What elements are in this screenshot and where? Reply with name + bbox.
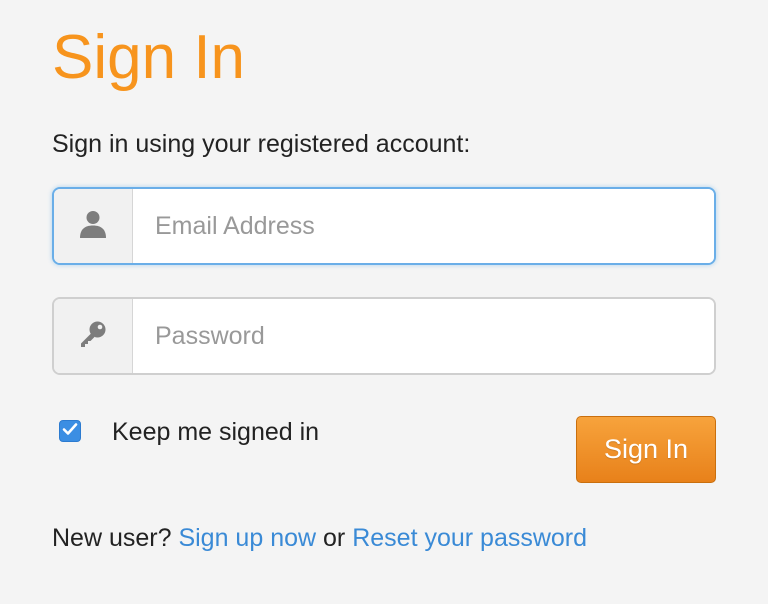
new-user-text: New user?	[52, 524, 172, 552]
sign-up-link[interactable]: Sign up now	[178, 524, 316, 552]
footer-links: New user? Sign up now or Reset your pass…	[52, 522, 587, 554]
or-text: or	[323, 524, 346, 552]
page-title: Sign In	[52, 23, 246, 92]
email-field-group	[52, 187, 716, 265]
reset-password-link[interactable]: Reset your password	[352, 524, 587, 552]
user-icon	[79, 209, 107, 244]
email-addon	[54, 189, 133, 263]
password-addon	[54, 299, 133, 373]
email-input[interactable]	[133, 189, 714, 263]
key-icon	[78, 319, 108, 354]
checkmark-icon	[62, 422, 78, 441]
keep-signed-in-checkbox[interactable]	[59, 420, 81, 442]
password-input[interactable]	[133, 299, 714, 373]
keep-signed-in-label[interactable]: Keep me signed in	[112, 416, 319, 448]
password-field-group	[52, 297, 716, 375]
sign-in-button[interactable]: Sign In	[576, 416, 716, 483]
signin-instructions: Sign in using your registered account:	[52, 130, 471, 158]
